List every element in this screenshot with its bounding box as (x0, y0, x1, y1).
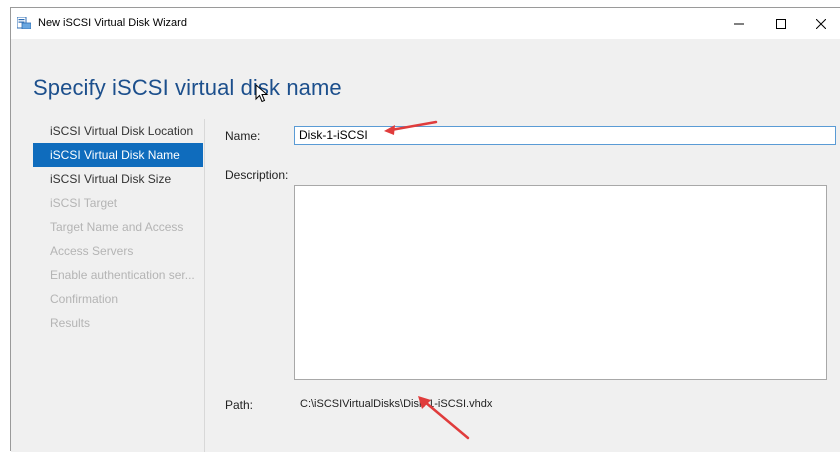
step-disk-location[interactable]: iSCSI Virtual Disk Location (33, 119, 203, 143)
maximize-icon (776, 18, 786, 29)
title-bar[interactable]: New iSCSI Virtual Disk Wizard (11, 8, 840, 39)
wizard-window: New iSCSI Virtual Disk Wizard Specify iS… (10, 7, 840, 452)
mouse-cursor-icon (255, 84, 269, 103)
description-label: Description: (225, 168, 289, 182)
window-title: New iSCSI Virtual Disk Wizard (38, 17, 187, 29)
step-disk-size[interactable]: iSCSI Virtual Disk Size (33, 167, 203, 191)
page-title: Specify iSCSI virtual disk name (33, 75, 342, 100)
step-iscsi-target: iSCSI Target (50, 196, 118, 210)
minimize-button[interactable] (717, 8, 761, 39)
close-icon (816, 18, 826, 29)
close-button[interactable] (799, 8, 840, 39)
nav-divider (204, 119, 205, 452)
step-results: Results (50, 316, 91, 330)
minimize-icon (734, 23, 744, 24)
maximize-button[interactable] (759, 8, 803, 39)
step-disk-name[interactable]: iSCSI Virtual Disk Name (33, 143, 203, 167)
disk-wizard-icon (17, 17, 31, 29)
description-textarea[interactable] (294, 185, 827, 380)
name-input[interactable] (294, 126, 836, 145)
path-label: Path: (225, 398, 254, 412)
annotation-arrow-icon (418, 396, 470, 440)
name-label: Name: (225, 129, 261, 143)
step-access-servers: Access Servers (50, 244, 134, 258)
annotation-arrow-icon (384, 120, 438, 135)
step-confirmation: Confirmation (50, 292, 119, 306)
wizard-steps-nav: iSCSI Virtual Disk Location iSCSI Virtua… (33, 119, 203, 335)
wizard-content: Specify iSCSI virtual disk name iSCSI Vi… (11, 39, 840, 452)
step-enable-authentication: Enable authentication ser... (50, 268, 195, 282)
step-target-name-access: Target Name and Access (50, 220, 184, 234)
